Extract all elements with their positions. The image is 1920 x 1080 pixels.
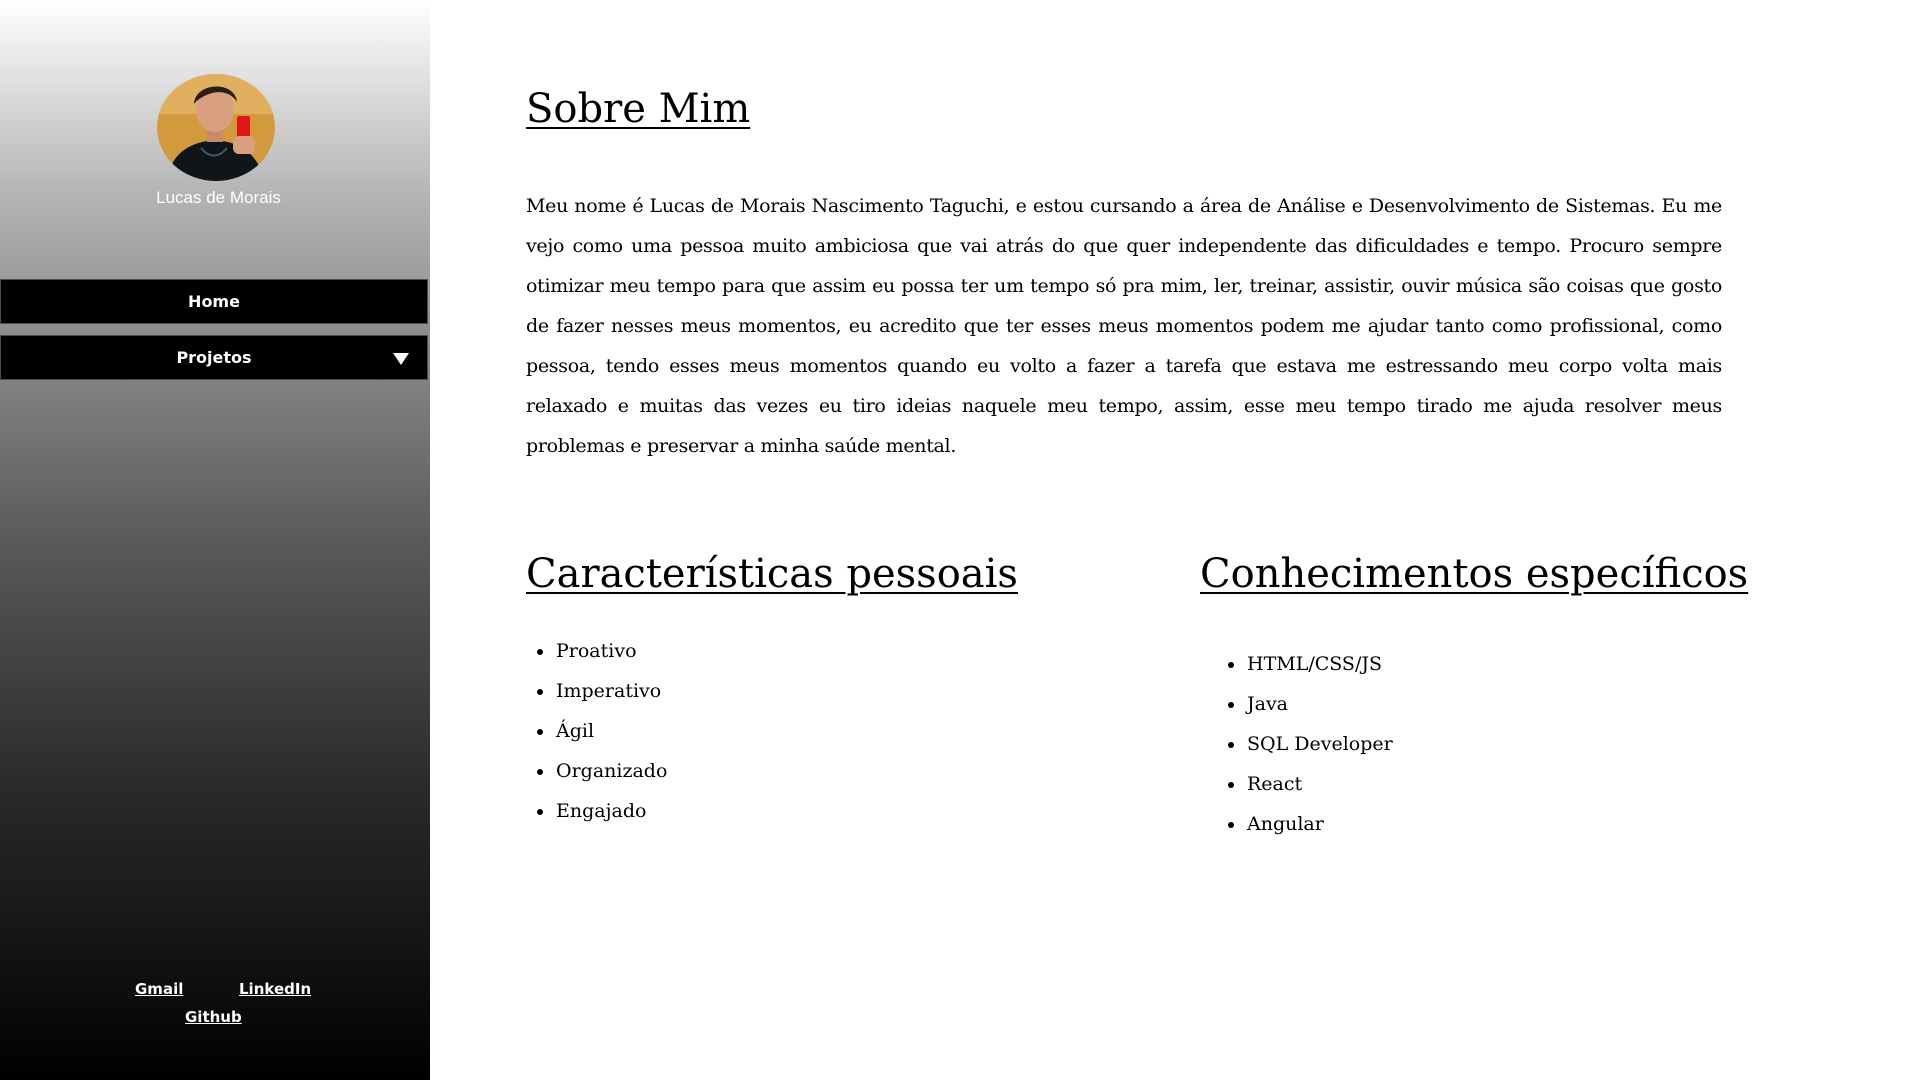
github-link[interactable]: Github	[185, 1008, 242, 1026]
nav-home[interactable]: Home	[0, 279, 428, 324]
page: Lucas de Morais Home Projetos Gmail Link…	[0, 0, 1920, 1080]
profile-name: Lucas de Morais	[156, 188, 281, 207]
sidebar: Lucas de Morais Home Projetos Gmail Link…	[0, 0, 430, 1080]
nav-home-label: Home	[188, 292, 240, 311]
list-item: Proativo	[526, 631, 667, 671]
about-text: Meu nome é Lucas de Morais Nascimento Ta…	[526, 195, 1722, 457]
list-item: React	[1217, 764, 1393, 804]
list-item: Java	[1217, 684, 1393, 724]
avatar	[157, 74, 275, 181]
nav-projetos[interactable]: Projetos	[0, 335, 428, 380]
linkedin-link[interactable]: LinkedIn	[239, 980, 311, 998]
list-item: Organizado	[526, 751, 667, 791]
skills-title: Conhecimentos específicos	[1200, 551, 1749, 597]
traits-list: Proativo Imperativo Ágil Organizado Enga…	[526, 631, 667, 831]
list-item: Angular	[1217, 804, 1393, 844]
list-item: SQL Developer	[1217, 724, 1393, 764]
list-item: Engajado	[526, 791, 667, 831]
triangle-down-icon[interactable]	[393, 353, 409, 365]
gmail-link[interactable]: Gmail	[135, 980, 183, 998]
nav-projetos-label: Projetos	[176, 348, 252, 367]
about-title: Sobre Mim	[526, 86, 751, 132]
profile-photo-icon	[157, 74, 275, 181]
list-item: Imperativo	[526, 671, 667, 711]
list-item: Ágil	[526, 711, 667, 751]
list-item: HTML/CSS/JS	[1217, 644, 1393, 684]
traits-title: Características pessoais	[526, 551, 1018, 597]
skills-list: HTML/CSS/JS Java SQL Developer React Ang…	[1217, 644, 1393, 844]
